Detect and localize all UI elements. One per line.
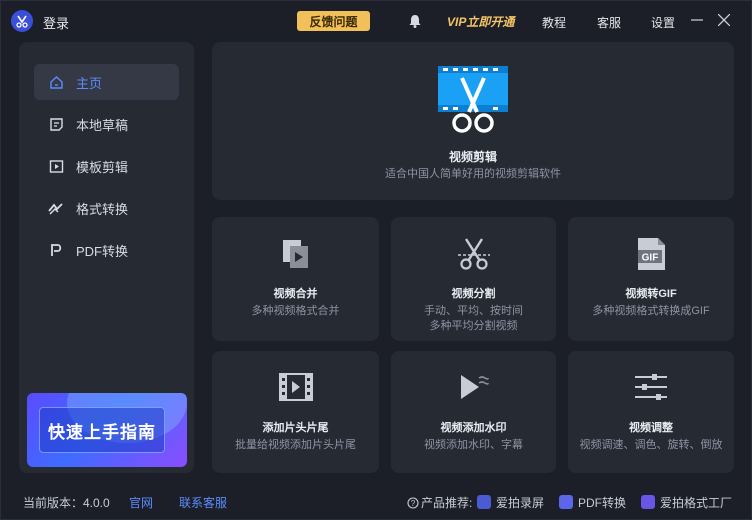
tool-subtitle-line-1: 手动、平均、按时间 <box>424 305 523 317</box>
version-label: 当前版本：4.0.0 <box>23 496 110 510</box>
recommend-label: 产品推荐: <box>421 496 473 510</box>
close-icon[interactable] <box>715 11 733 29</box>
sidebar-item-drafts[interactable]: 本地草稿 <box>34 106 179 142</box>
hero-title: 视频剪辑 <box>448 150 497 164</box>
minimize-icon[interactable] <box>688 11 706 29</box>
tool-subtitle: 多种视频格式合并 <box>251 305 340 317</box>
sidebar-item-home[interactable]: 主页 <box>34 64 179 100</box>
tool-subtitle: 多种视频格式转换成GIF <box>592 305 710 317</box>
format-factory-icon <box>641 495 655 509</box>
product-screen-recorder[interactable]: 爱拍录屏 <box>477 494 544 511</box>
bell-icon[interactable] <box>407 13 423 29</box>
product-pdf-convert[interactable]: PDF转换 <box>559 494 626 511</box>
tool-title: 视频合并 <box>273 288 318 300</box>
scissors-icon <box>457 237 491 276</box>
add-watermark-card[interactable]: 视频添加水印 视频添加水印、字幕 <box>391 351 556 473</box>
title-bar: 登录 反馈问题 VIP立即开通 教程 客服 设置 <box>1 1 752 41</box>
sidebar-item-label: 主页 <box>76 75 103 91</box>
gif-file-icon: GIF <box>635 237 667 276</box>
screen-recorder-icon <box>477 495 491 509</box>
help-icon: ? <box>407 497 419 509</box>
banner-frame: 快速上手指南 <box>39 407 165 453</box>
tool-title: 视频转GIF <box>625 288 677 300</box>
video-edit-icon <box>438 66 508 139</box>
add-intro-outro-card[interactable]: 添加片头片尾 批量给视频添加片头片尾 <box>212 351 379 473</box>
tool-subtitle-line-2: 多种平均分割视频 <box>429 320 518 332</box>
gif-badge-text: GIF <box>642 253 659 264</box>
tool-title: 视频分割 <box>451 288 496 300</box>
menu-service[interactable]: 客服 <box>597 14 621 31</box>
tool-title: 视频调整 <box>629 422 673 434</box>
tool-subtitle: 批量给视频添加片头片尾 <box>235 439 356 451</box>
tool-subtitle: 视频添加水印、字幕 <box>424 439 523 451</box>
pdf-icon <box>48 242 64 258</box>
draft-icon <box>48 116 64 132</box>
sidebar-item-template[interactable]: 模板剪辑 <box>34 148 179 184</box>
svg-text:?: ? <box>411 499 416 508</box>
menu-settings[interactable]: 设置 <box>651 14 675 31</box>
tool-title: 视频添加水印 <box>440 422 507 434</box>
product-label: 爱拍格式工厂 <box>660 496 733 510</box>
watermark-icon <box>459 373 489 406</box>
home-icon <box>48 74 64 90</box>
video-split-card[interactable]: 视频分割 手动、平均、按时间 多种平均分割视频 <box>391 217 556 341</box>
tool-title: 添加片头片尾 <box>262 422 329 434</box>
contact-service-link[interactable]: 联系客服 <box>179 494 227 511</box>
sliders-icon <box>634 373 668 406</box>
sidebar-item-label: 格式转换 <box>76 201 129 217</box>
tool-subtitle: 视频调速、调色、旋转、倒放 <box>579 439 723 451</box>
app-logo-icon <box>11 10 33 32</box>
video-to-gif-card[interactable]: GIF 视频转GIF 多种视频格式转换成GIF <box>568 217 734 341</box>
template-icon <box>48 158 64 174</box>
menu-tutorial[interactable]: 教程 <box>542 14 566 31</box>
guide-label: 快速上手指南 <box>48 422 156 442</box>
convert-icon <box>48 200 64 216</box>
product-label: 爱拍录屏 <box>496 496 545 510</box>
login-link[interactable]: 登录 <box>43 13 69 32</box>
video-merge-card[interactable]: 视频合并 多种视频格式合并 <box>212 217 379 341</box>
hero-subtitle: 适合中国人简单好用的视频剪辑软件 <box>385 168 561 180</box>
hero-video-edit-card[interactable]: 视频剪辑 适合中国人简单好用的视频剪辑软件 <box>212 42 734 200</box>
sidebar-item-label: 模板剪辑 <box>76 159 129 175</box>
product-format-factory[interactable]: 爱拍格式工厂 <box>641 494 732 511</box>
feedback-button[interactable]: 反馈问题 <box>297 11 370 31</box>
pdf-convert-icon <box>559 495 573 509</box>
vip-button[interactable]: VIP立即开通 <box>447 13 514 30</box>
film-strip-icon <box>278 373 313 406</box>
quick-start-guide-banner[interactable]: 快速上手指南 <box>27 393 187 467</box>
sidebar: 主页 本地草稿 模板剪辑 格式转换 PDF转换 快速上手指南 <box>19 42 194 473</box>
video-adjust-card[interactable]: 视频调整 视频调速、调色、旋转、倒放 <box>568 351 734 473</box>
sidebar-item-convert[interactable]: 格式转换 <box>34 190 179 226</box>
sidebar-item-label: PDF转换 <box>76 243 129 259</box>
video-merge-icon <box>282 239 310 274</box>
recommend-label-group: ? 产品推荐: <box>407 494 472 511</box>
sidebar-item-label: 本地草稿 <box>76 117 129 133</box>
product-label: PDF转换 <box>578 496 627 510</box>
official-site-link[interactable]: 官网 <box>129 494 153 511</box>
sidebar-item-pdf[interactable]: PDF转换 <box>34 232 179 268</box>
app-window: 登录 反馈问题 VIP立即开通 教程 客服 设置 主页 本地草稿 模板剪辑 格式… <box>0 0 752 520</box>
